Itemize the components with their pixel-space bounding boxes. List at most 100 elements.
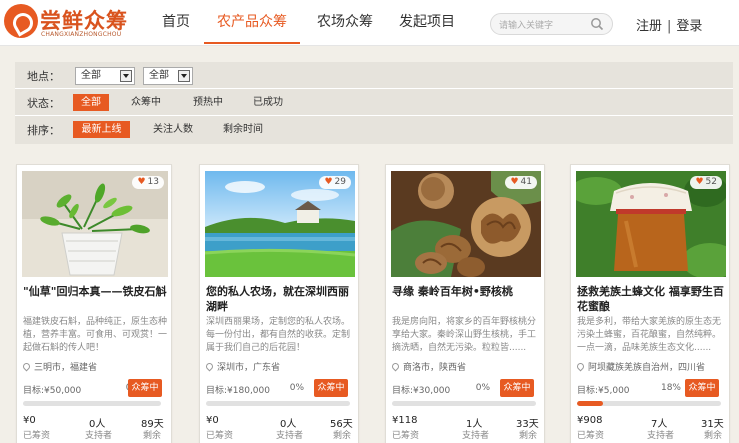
- province-value: 全部: [81, 70, 101, 81]
- supporters-label: 支持者: [647, 431, 675, 441]
- location-text: 阿坝藏族羌族自治州，四川省: [588, 363, 706, 373]
- top-header: 尝鲜众筹 CHANGXIANZHONGCHOU 首页 农产品众筹 农场众筹 发起…: [0, 0, 739, 46]
- goal-label: 目标:: [23, 386, 45, 396]
- status-option-preheat[interactable]: 预热中: [185, 94, 231, 111]
- status-badge[interactable]: 众筹中: [128, 379, 162, 397]
- project-title[interactable]: 寻缘 秦岭百年树•野核桃: [392, 284, 542, 314]
- progress-bar: [392, 401, 536, 406]
- location-text: 商洛市，陕西省: [403, 363, 467, 373]
- project-image-dendrobium[interactable]: ♥ 13: [22, 171, 168, 277]
- goal-label: 目标:: [392, 386, 414, 396]
- city-value: 全部: [149, 70, 169, 81]
- project-description: 我是房向阳，将家乡的百年野核桃分享给大家。秦岭深山野生核桃，手工摘洗晒，自然无污…: [392, 317, 537, 353]
- project-image-honey[interactable]: ♥ 52: [576, 171, 726, 277]
- raised-amount: ¥0: [206, 415, 219, 426]
- likes-count: 52: [705, 177, 717, 187]
- status-badge[interactable]: 众筹中: [500, 379, 534, 397]
- raised-label: 已筹资: [392, 431, 420, 441]
- goal-amount: ¥180,000: [227, 386, 270, 396]
- brand-logo[interactable]: 尝鲜众筹 CHANGXIANZHONGCHOU: [4, 4, 144, 42]
- raised-label: 已筹资: [577, 431, 605, 441]
- project-card[interactable]: ♥ 41 寻缘 秦岭百年树•野核桃 我是房向阳，将家乡的百年野核桃分享给大家。秦岭…: [385, 164, 545, 443]
- likes-badge[interactable]: ♥ 29: [319, 176, 351, 189]
- search-icon[interactable]: [590, 17, 604, 31]
- search-input[interactable]: 请输入关键字: [499, 18, 553, 31]
- goal-amount: ¥5,000: [598, 386, 630, 396]
- remaining-label: 剩余: [143, 431, 162, 441]
- project-location: 阿坝藏族羌族自治州，四川省: [575, 360, 706, 373]
- progress-bar: [206, 401, 350, 406]
- raised-amount: ¥0: [23, 415, 36, 426]
- province-select[interactable]: 全部: [75, 67, 135, 85]
- project-title[interactable]: 您的私人农场，就在深圳西丽湖畔: [206, 284, 356, 314]
- heart-icon: ♥: [695, 177, 704, 187]
- progress-bar: [577, 401, 721, 406]
- status-option-funding[interactable]: 众筹中: [123, 94, 169, 111]
- nav-home[interactable]: 首页: [150, 0, 202, 44]
- location-pin-icon: [21, 361, 32, 372]
- filter-row-status: 状态： 全部 众筹中 预热中 已成功: [15, 89, 733, 116]
- location-text: 三明市，福建省: [34, 363, 98, 373]
- sort-option-followers[interactable]: 关注人数: [143, 121, 203, 138]
- progress-bar: [23, 401, 161, 406]
- likes-count: 41: [520, 177, 532, 187]
- supporters-label: 支持者: [276, 431, 304, 441]
- project-card[interactable]: ♥ 13 "仙草"回归本真——铁皮石斛 福建铁皮石斛，品种纯正，原生态种植，营养丰…: [16, 164, 172, 443]
- sort-option-time-left[interactable]: 剩余时间: [213, 121, 273, 138]
- filter-row-location: 地点： 全部 全部: [15, 62, 733, 89]
- nav-start-project[interactable]: 发起项目: [394, 0, 460, 44]
- project-title[interactable]: "仙草"回归本真——铁皮石斛: [23, 284, 169, 314]
- likes-badge[interactable]: ♥ 41: [505, 176, 537, 189]
- filter-panel: 地点： 全部 全部 状态： 全部 众筹中 预热中 已成功 排序： 最新上线 关注…: [15, 62, 733, 144]
- progress-percent: 0%: [475, 383, 490, 393]
- project-goal: 目标:¥50,000: [23, 383, 81, 396]
- status-label: 状态：: [27, 97, 60, 110]
- supporters-label: 支持者: [462, 431, 490, 441]
- heart-icon: ♥: [137, 177, 146, 187]
- location-pin-icon: [575, 361, 586, 372]
- likes-badge[interactable]: ♥ 52: [690, 176, 722, 189]
- likes-count: 13: [147, 177, 159, 187]
- nav-agri-crowdfunding[interactable]: 农产品众筹: [204, 0, 300, 44]
- project-title[interactable]: 拯救羌族土蜂文化 福享野生百花蜜酿: [577, 284, 727, 314]
- status-option-success[interactable]: 已成功: [245, 94, 291, 111]
- status-badge[interactable]: 众筹中: [314, 379, 348, 397]
- project-location: 三明市，福建省: [21, 360, 98, 373]
- login-link[interactable]: 登录: [676, 19, 702, 34]
- sort-option-newest[interactable]: 最新上线: [73, 121, 130, 138]
- nav-farm-crowdfunding[interactable]: 农场众筹: [310, 0, 380, 44]
- project-goal: 目标:¥180,000: [206, 383, 270, 396]
- city-select[interactable]: 全部: [143, 67, 193, 85]
- project-description: 我是多利，带给大家羌族的原生态无污染土蜂蜜，百花酿蜜，自然纯粹。一点一滴，品味羌…: [577, 317, 722, 353]
- register-link[interactable]: 注册: [636, 19, 662, 34]
- sort-label: 排序：: [27, 124, 60, 137]
- auth-separator: |: [667, 19, 672, 34]
- project-location: 商洛市，陕西省: [390, 360, 467, 373]
- filter-row-sort: 排序： 最新上线 关注人数 剩余时间: [15, 116, 733, 143]
- auth-links: 注册 | 登录: [636, 15, 702, 34]
- likes-badge[interactable]: ♥ 13: [132, 176, 164, 189]
- status-badge[interactable]: 众筹中: [685, 379, 719, 397]
- goal-label: 目标:: [206, 386, 228, 396]
- project-description: 福建铁皮石斛，品种纯正，原生态种植，营养丰富。可食用、可观赏！一起做石斛的传人吧…: [23, 317, 168, 353]
- brand-subtitle: CHANGXIANZHONGCHOU: [41, 31, 122, 38]
- progress-fill: [577, 401, 603, 406]
- location-text: 深圳市，广东省: [217, 363, 281, 373]
- location-pin-icon: [204, 361, 215, 372]
- raised-amount: ¥118: [392, 415, 418, 426]
- remaining-label: 剩余: [519, 431, 538, 441]
- project-image-walnut[interactable]: ♥ 41: [391, 171, 541, 277]
- goal-amount: ¥30,000: [413, 386, 451, 396]
- status-option-all[interactable]: 全部: [73, 94, 109, 111]
- project-card[interactable]: ♥ 52 拯救羌族土蜂文化 福享野生百花蜜酿 我是多利，带给大家羌族的原生态无污染…: [570, 164, 730, 443]
- remaining-label: 剩余: [333, 431, 352, 441]
- raised-label: 已筹资: [23, 431, 51, 441]
- logo-icon: [4, 4, 38, 38]
- project-card[interactable]: ♥ 29 您的私人农场，就在深圳西丽湖畔 深圳西丽果场，定制您的私人农场。每一份付…: [199, 164, 359, 443]
- remaining-label: 剩余: [704, 431, 723, 441]
- likes-count: 29: [334, 177, 346, 187]
- project-location: 深圳市，广东省: [204, 360, 281, 373]
- search-box[interactable]: 请输入关键字: [490, 13, 613, 35]
- goal-label: 目标:: [577, 386, 599, 396]
- project-image-farm[interactable]: ♥ 29: [205, 171, 355, 277]
